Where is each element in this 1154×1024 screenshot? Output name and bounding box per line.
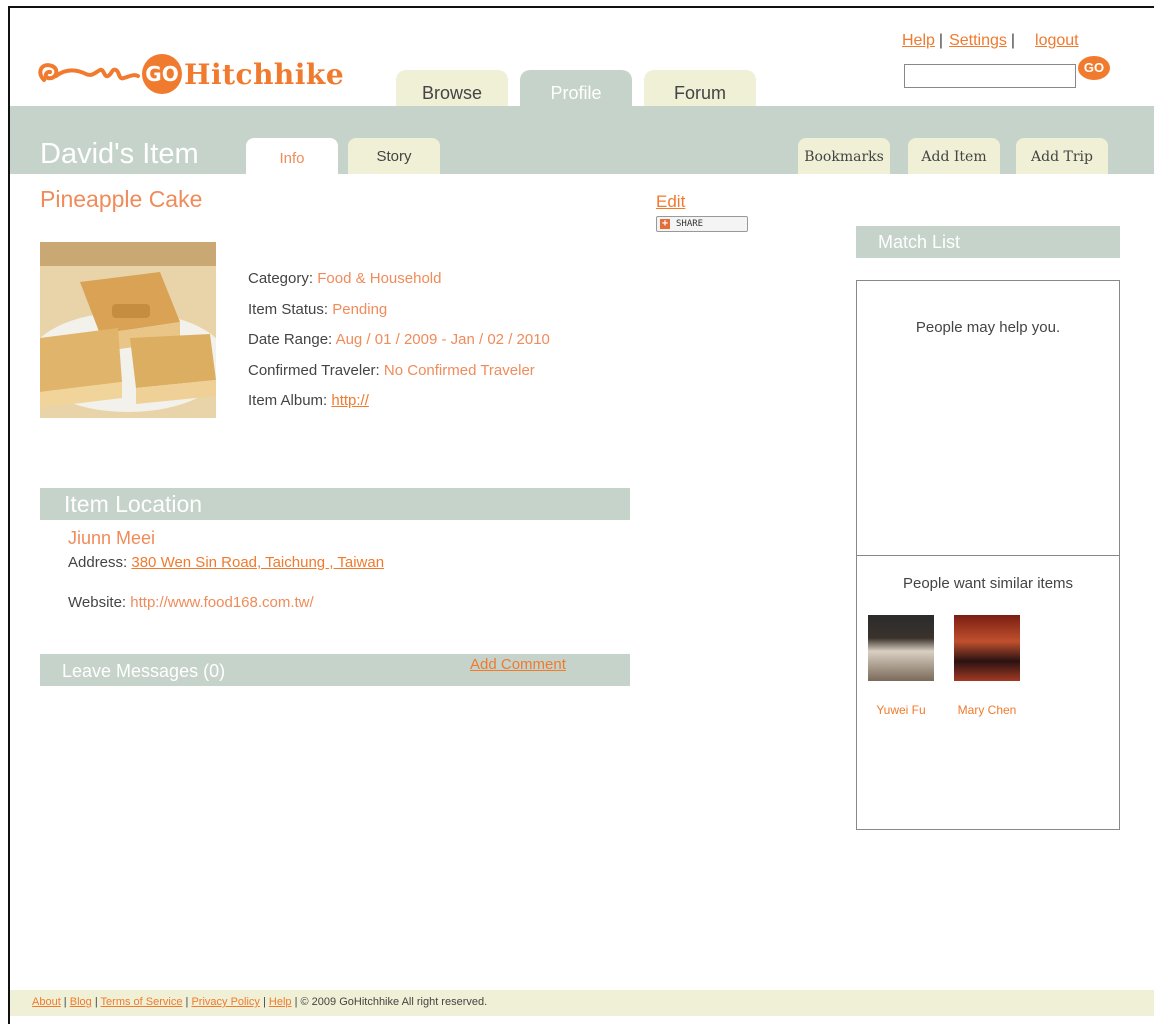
share-button[interactable]: + SHARE	[656, 216, 748, 232]
address-link[interactable]: 380 Wen Sin Road, Taichung , Taiwan	[131, 554, 384, 571]
logo-swirl-icon	[38, 63, 140, 82]
footer-privacy-link[interactable]: Privacy Policy	[191, 996, 259, 1008]
avatar[interactable]	[954, 615, 1020, 681]
location-name: Jiunn Meei	[68, 528, 156, 548]
logo-text: Hitchhike	[184, 57, 345, 91]
tab-add-trip[interactable]: Add Trip	[1016, 138, 1108, 174]
person-card[interactable]: Yuwei Fu	[867, 615, 935, 717]
copyright-text: © 2009 GoHitchhike All right reserved.	[300, 996, 488, 1008]
tab-bookmarks[interactable]: Bookmarks	[798, 138, 890, 174]
item-title: Pineapple Cake	[40, 186, 203, 212]
album-link[interactable]: http://	[331, 392, 369, 409]
detail-value: Pending	[332, 300, 388, 318]
tab-add-item[interactable]: Add Item	[908, 138, 1000, 174]
detail-value: Food & Household	[317, 270, 442, 287]
item-details: Category: Food & Household Item Status: …	[248, 270, 550, 423]
address-label: Address:	[68, 554, 128, 571]
website-label: Website:	[68, 594, 127, 611]
search-go-button[interactable]: GO	[1078, 56, 1110, 80]
add-comment-link[interactable]: Add Comment	[470, 656, 566, 673]
detail-label: Confirmed Traveler:	[248, 361, 380, 379]
detail-status: Item Status: Pending	[248, 301, 550, 332]
match-list-header: Match List	[856, 226, 1120, 258]
logo-go-badge: GO	[142, 54, 182, 94]
link-separator: |	[938, 32, 944, 49]
detail-label: Category:	[248, 270, 314, 287]
person-card[interactable]: Mary Chen	[953, 615, 1021, 717]
detail-label: Item Album:	[248, 392, 328, 409]
top-links: Help | Settings | logout	[902, 32, 1079, 50]
footer-about-link[interactable]: About	[32, 996, 61, 1008]
tab-story[interactable]: Story	[348, 138, 440, 174]
page-title: David's Item	[40, 138, 199, 170]
footer-help-link[interactable]: Help	[269, 996, 292, 1008]
link-separator: |	[1010, 32, 1016, 49]
footer-terms-link[interactable]: Terms of Service	[101, 996, 183, 1008]
detail-date-range: Date Range: Aug / 01 / 2009 - Jan / 02 /…	[248, 331, 550, 362]
detail-value: Aug / 01 / 2009 - Jan / 02 / 2010	[335, 331, 550, 348]
share-label: SHARE	[676, 219, 704, 229]
website-value[interactable]: http://www.food168.com.tw/	[130, 594, 313, 611]
pineapple-cake-image	[40, 242, 216, 418]
help-link[interactable]: Help	[902, 32, 935, 49]
footer: About | Blog | Terms of Service | Privac…	[10, 990, 1154, 1016]
tab-info[interactable]: Info	[246, 138, 338, 176]
detail-value: No Confirmed Traveler	[383, 361, 535, 379]
match-list-panel: People may help you. People want similar…	[856, 280, 1120, 830]
detail-traveler: Confirmed Traveler: No Confirmed Travele…	[248, 362, 550, 393]
person-name[interactable]: Yuwei Fu	[867, 703, 935, 717]
detail-label: Item Status:	[248, 300, 329, 318]
item-location-header: Item Location	[40, 488, 630, 520]
detail-category: Category: Food & Household	[248, 270, 550, 301]
avatar[interactable]	[868, 615, 934, 681]
settings-link[interactable]: Settings	[949, 32, 1007, 49]
footer-blog-link[interactable]: Blog	[70, 996, 92, 1008]
location-website: Website: http://www.food168.com.tw/	[68, 594, 314, 611]
detail-label: Date Range:	[248, 331, 333, 348]
logout-link[interactable]: logout	[1035, 32, 1079, 49]
item-photo	[40, 242, 216, 418]
edit-link[interactable]: Edit	[656, 192, 685, 212]
divider	[857, 555, 1119, 556]
search-input[interactable]	[904, 64, 1076, 88]
browser-frame: GO Hitchhike Browse Profile Forum Help | S…	[8, 6, 1154, 1024]
location-address: Address: 380 Wen Sin Road, Taichung , Ta…	[68, 554, 384, 571]
detail-album: Item Album: http://	[248, 392, 550, 423]
help-text: People may help you.	[915, 319, 1061, 336]
plus-icon: +	[660, 218, 670, 229]
gohitchhike-logo[interactable]: GO Hitchhike	[34, 52, 344, 96]
person-name[interactable]: Mary Chen	[953, 703, 1021, 717]
similar-items-text: People want similar items	[902, 575, 1074, 592]
